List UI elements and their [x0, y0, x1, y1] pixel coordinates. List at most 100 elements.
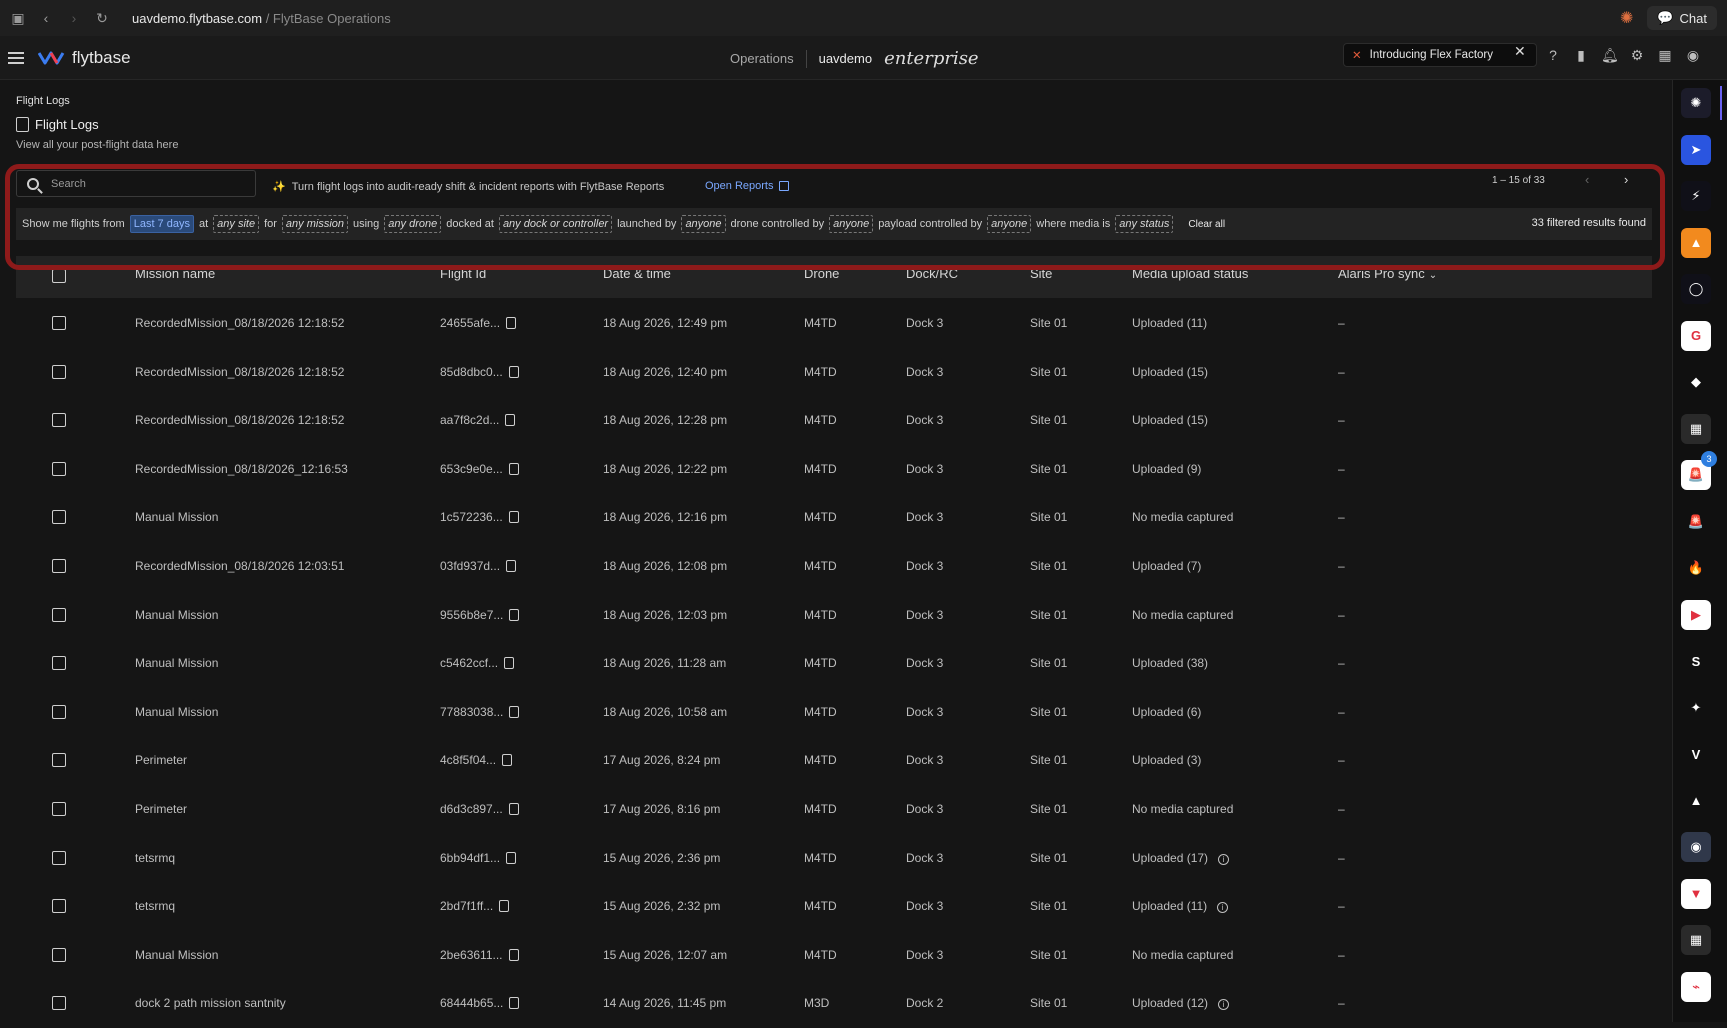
prev-page-icon[interactable]: ‹ — [1585, 172, 1589, 187]
orange-app-icon[interactable]: ▲ — [1681, 227, 1711, 258]
copy-icon[interactable] — [506, 317, 517, 329]
col-drone[interactable]: Drone — [804, 266, 839, 281]
table-row[interactable]: Manual Mission 9556b8e7... 18 Aug 2026, 12… — [16, 592, 1652, 640]
sidebar-toggle-icon[interactable]: ▣ — [8, 8, 28, 28]
copy-icon[interactable] — [509, 705, 520, 718]
cell-mission-name-text[interactable]: RecordedMission_08/18/2026 12:18:52 — [135, 413, 344, 427]
clear-all-button[interactable]: Clear all — [1188, 219, 1225, 230]
camera-app-icon[interactable]: ▶ — [1681, 599, 1711, 630]
grid-app-icon[interactable]: ▦ — [1681, 413, 1711, 444]
row-checkbox[interactable] — [52, 850, 66, 865]
cell-mission-name-text[interactable]: Manual Mission — [135, 608, 218, 622]
table-row[interactable]: RecordedMission_08/18/2026 12:18:52 85d8d… — [16, 349, 1652, 397]
copy-icon[interactable] — [506, 560, 517, 572]
table-row[interactable]: RecordedMission_08/18/2026 12:18:52 24655… — [16, 300, 1652, 348]
col-flight-id[interactable]: Flight Id — [440, 266, 486, 281]
table-row[interactable]: dock 2 path mission santnity 68444b65... 1… — [16, 980, 1652, 1028]
row-checkbox[interactable] — [52, 899, 66, 914]
peak-app-icon[interactable]: ▲ — [1681, 785, 1711, 816]
ring-app-icon[interactable]: ◯ — [1681, 274, 1711, 304]
back-icon[interactable]: ‹ — [36, 8, 56, 28]
forward-icon[interactable]: › — [64, 8, 84, 28]
filter-payload-controller[interactable]: anyone — [987, 215, 1032, 233]
fire-app-icon[interactable]: 🔥 — [1681, 553, 1711, 583]
org-name[interactable]: uavdemo — [819, 51, 872, 66]
filter-date-range[interactable]: Last 7 days — [129, 215, 194, 233]
row-checkbox[interactable] — [52, 704, 66, 719]
search-input[interactable]: Search — [16, 170, 256, 197]
menu-icon[interactable] — [8, 51, 24, 64]
row-checkbox[interactable] — [52, 510, 66, 525]
select-all-checkbox[interactable] — [52, 269, 66, 283]
info-icon[interactable]: i — [1217, 902, 1229, 914]
analytics-icon[interactable]: ▮ — [1573, 47, 1589, 64]
col-alaris-pro-sync[interactable]: Alaris Pro sync ⌄ — [1338, 266, 1437, 281]
copy-icon[interactable] — [508, 948, 519, 961]
row-checkbox[interactable] — [52, 461, 66, 476]
cell-mission-name-text[interactable]: Perimeter — [135, 802, 187, 816]
next-page-icon[interactable]: › — [1624, 172, 1628, 187]
table-row[interactable]: Manual Mission 1c572236... 18 Aug 2026, 12… — [16, 494, 1652, 542]
copy-icon[interactable] — [509, 997, 520, 1010]
gallery-app-icon[interactable]: ✦ — [1681, 692, 1711, 723]
nav-operations[interactable]: Operations — [730, 51, 794, 66]
filter-drone[interactable]: any drone — [384, 215, 442, 233]
row-checkbox[interactable] — [52, 413, 66, 428]
cell-mission-name-text[interactable]: RecordedMission_08/18/2026 12:03:51 — [135, 559, 344, 573]
row-checkbox[interactable] — [52, 607, 66, 622]
diamond-app-icon[interactable]: ◆ — [1681, 367, 1711, 397]
table-row[interactable]: RecordedMission_08/18/2026_12:16:53 653c9… — [16, 446, 1652, 494]
flytbase-logo[interactable]: flytbase — [38, 48, 131, 68]
row-checkbox[interactable] — [52, 753, 66, 768]
cell-mission-name-text[interactable]: RecordedMission_08/18/2026 12:18:52 — [135, 365, 344, 379]
table-row[interactable]: RecordedMission_08/18/2026 12:18:52 aa7f8… — [16, 397, 1652, 445]
info-icon[interactable]: i — [1218, 999, 1230, 1011]
copy-icon[interactable] — [508, 803, 519, 815]
cell-mission-name-text[interactable]: tetsrmq — [135, 899, 175, 913]
cell-mission-name-text[interactable]: Manual Mission — [135, 948, 218, 962]
copy-icon[interactable] — [504, 657, 515, 670]
row-checkbox[interactable] — [52, 559, 66, 573]
cell-mission-name-text[interactable]: dock 2 path mission santnity — [135, 996, 286, 1010]
copy-icon[interactable] — [508, 511, 519, 524]
row-checkbox[interactable] — [52, 316, 66, 330]
drone-app-icon[interactable]: ▼ — [1681, 878, 1711, 909]
col-date-time[interactable]: Date & time — [603, 266, 671, 281]
copy-icon[interactable] — [506, 851, 517, 864]
table-row[interactable]: RecordedMission_08/18/2026 12:03:51 03fd9… — [16, 543, 1652, 591]
row-checkbox[interactable] — [52, 947, 66, 962]
copy-icon[interactable] — [499, 900, 510, 913]
siren-app-icon[interactable]: 🚨 — [1681, 506, 1711, 537]
col-mission-name[interactable]: Mission name — [135, 266, 215, 281]
cell-mission-name-text[interactable]: tetsrmq — [135, 851, 175, 865]
cell-mission-name-text[interactable]: RecordedMission_08/18/2026 12:18:52 — [135, 316, 344, 330]
copy-icon[interactable] — [508, 365, 519, 378]
cell-mission-name-text[interactable]: Perimeter — [135, 753, 187, 767]
col-media-upload-status[interactable]: Media upload status — [1132, 266, 1248, 281]
extension-icon[interactable]: ✺ — [1620, 8, 1633, 28]
filter-drone-controller[interactable]: anyone — [829, 215, 874, 233]
cell-mission-name-text[interactable]: Manual Mission — [135, 656, 218, 670]
filter-media-status[interactable]: any status — [1115, 215, 1174, 233]
row-checkbox[interactable] — [52, 802, 66, 816]
cell-mission-name-text[interactable]: Manual Mission — [135, 705, 218, 719]
col-dock-rc[interactable]: Dock/RC — [906, 266, 958, 281]
cell-mission-name-text[interactable]: Manual Mission — [135, 510, 218, 524]
flow-app-icon[interactable]: ⚡ — [1681, 181, 1711, 211]
flex-factory-banner[interactable]: ✕ Introducing Flex Factory — [1343, 43, 1537, 67]
ai-app-icon[interactable]: ✺ — [1681, 88, 1711, 118]
copy-icon[interactable] — [509, 608, 520, 621]
gear-icon[interactable]: ⚙ — [1629, 47, 1645, 64]
copy-icon[interactable] — [502, 754, 513, 767]
copy-icon[interactable] — [505, 414, 516, 427]
genetec-app-icon[interactable]: G — [1681, 320, 1711, 351]
table-row[interactable]: tetsrmq 2bd7f1ff... 15 Aug 2026, 2:32 pm M4… — [16, 883, 1652, 931]
banner-close-icon[interactable]: ✕ — [1514, 43, 1526, 60]
col-site[interactable]: Site — [1030, 266, 1052, 281]
v-app-icon[interactable]: V — [1681, 739, 1711, 769]
copy-icon[interactable] — [508, 462, 519, 475]
gift-icon[interactable]: ▦ — [1657, 47, 1673, 64]
row-checkbox[interactable] — [52, 996, 66, 1011]
cell-mission-name-text[interactable]: RecordedMission_08/18/2026_12:16:53 — [135, 462, 348, 476]
user-icon[interactable]: ◉ — [1685, 47, 1701, 64]
